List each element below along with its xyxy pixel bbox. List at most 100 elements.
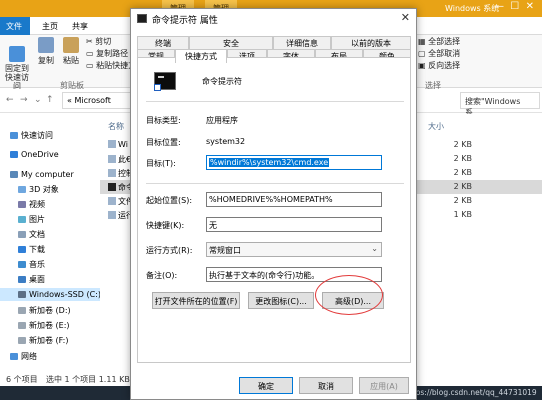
tree-item-desktop[interactable]: 桌面 — [18, 274, 45, 285]
paste-icon — [63, 37, 79, 53]
window-controls-icon[interactable]: — ☐ ✕ — [494, 1, 534, 12]
copy-button[interactable]: 复制 — [33, 37, 59, 66]
cut-button[interactable]: ✂ 剪切 — [86, 36, 111, 47]
start-in-value: %HOMEDRIVE%%HOMEPATH% — [209, 195, 333, 204]
tree-label: My computer — [21, 170, 74, 179]
recent-icon[interactable]: ⌄ — [34, 95, 42, 105]
tree-item-videos[interactable]: 视频 — [18, 199, 45, 210]
dialog-title: 命令提示符 属性 — [152, 16, 218, 26]
apply-button[interactable]: 应用(A) — [359, 377, 409, 394]
status-selected: 选中 1 个项目 1.11 KB — [46, 375, 130, 384]
tree-label: 网络 — [21, 352, 37, 361]
tab-details[interactable]: 详细信息 — [273, 36, 331, 49]
run-select[interactable]: 常规窗口 ⌄ — [206, 242, 382, 257]
tree-item-3d-objects[interactable]: 3D 对象 — [18, 184, 59, 195]
tab-security[interactable]: 安全 — [189, 36, 273, 49]
drive-icon — [18, 337, 26, 344]
tree-item-music[interactable]: 音乐 — [18, 259, 45, 270]
start-in-field[interactable]: %HOMEDRIVE%%HOMEPATH% — [206, 192, 382, 207]
cut-label: 剪切 — [95, 37, 112, 46]
chevron-down-icon: ⌄ — [371, 244, 378, 253]
column-name[interactable]: 名称 — [108, 121, 124, 132]
tree-label: 快速访问 — [21, 131, 53, 140]
tree-label: OneDrive — [21, 150, 59, 159]
target-field[interactable]: %windir%\system32\cmd.exe — [206, 155, 382, 170]
shortcut-icon — [108, 197, 116, 205]
tree-item-downloads[interactable]: 下载 — [18, 244, 45, 255]
tree-label: 新加卷 (E:) — [29, 321, 70, 330]
shortcut-icon — [108, 169, 116, 177]
tab-file[interactable]: 文件 — [0, 17, 30, 35]
tab-share[interactable]: 共享 — [66, 17, 94, 35]
tab-home[interactable]: 主页 — [36, 17, 64, 35]
file-size: 2 KB — [453, 168, 472, 177]
tree-item-pictures[interactable]: 图片 — [18, 214, 45, 225]
hotkey-field[interactable]: 无 — [206, 217, 382, 232]
tree-label: 视频 — [29, 200, 45, 209]
open-file-location-button[interactable]: 打开文件所在的位置(F) — [152, 292, 240, 309]
target-type-value: 应用程序 — [206, 116, 238, 125]
tree-item-my-computer[interactable]: My computer — [10, 170, 74, 179]
shortcut-icon — [108, 211, 116, 219]
divider — [146, 101, 404, 102]
tree-item-onedrive[interactable]: OneDrive — [10, 150, 59, 159]
forward-icon[interactable]: → — [20, 95, 28, 105]
close-icon[interactable]: ✕ — [401, 11, 410, 24]
tree-label: 图片 — [29, 215, 45, 224]
copy-label: 复制 — [38, 56, 54, 65]
file-size: 1 KB — [453, 210, 472, 219]
select-all-button[interactable]: ▦ 全部选择 — [418, 36, 460, 47]
tree-label: 3D 对象 — [29, 185, 59, 194]
star-icon — [10, 132, 18, 139]
target-location-label: 目标位置: — [146, 138, 181, 147]
paste-shortcut-button[interactable]: ▭ 粘贴快捷方 — [86, 60, 136, 71]
desktop-icon — [18, 276, 26, 283]
invert-selection-button[interactable]: ▣ 反向选择 — [418, 60, 460, 71]
ok-button[interactable]: 确定 — [239, 377, 293, 394]
tree-label: 下载 — [29, 245, 45, 254]
comment-value: 执行基于文本的(命令行)功能。 — [209, 271, 320, 280]
select-none-label: 全部取消 — [428, 49, 461, 58]
tree-item-network[interactable]: 网络 — [10, 351, 37, 362]
tree-label: 新加卷 (D:) — [29, 306, 71, 315]
shortcut-panel: 命令提示符 目标类型: 应用程序 目标位置: system32 目标(T): %… — [137, 57, 411, 363]
tab-shortcut[interactable]: 快捷方式 — [175, 49, 227, 63]
document-icon — [18, 231, 26, 238]
tree-item-quick-access[interactable]: 快速访问 — [10, 130, 53, 141]
copy-path-button[interactable]: ▭ 复制路径 — [86, 48, 128, 59]
tree-label: 桌面 — [29, 275, 45, 284]
tab-previous-versions[interactable]: 以前的版本 — [331, 36, 411, 49]
red-highlight-circle — [315, 275, 383, 315]
tree-item-f-drive[interactable]: 新加卷 (F:) — [18, 335, 68, 346]
address-path[interactable]: « Microsoft — [62, 92, 132, 109]
column-size[interactable]: 大小 — [428, 121, 444, 132]
search-input[interactable]: 搜索"Windows 系... — [460, 92, 540, 117]
tree-item-c-drive[interactable]: Windows-SSD (C:) — [0, 288, 101, 301]
run-label: 运行方式(R): — [146, 246, 193, 255]
tree-label: Windows-SSD (C:) — [29, 290, 101, 299]
pin-icon — [9, 46, 25, 62]
tab-terminal[interactable]: 终端 — [137, 36, 189, 49]
change-icon-button[interactable]: 更改图标(C)... — [248, 292, 314, 309]
back-icon[interactable]: ← — [6, 95, 14, 105]
cmd-icon — [137, 14, 147, 23]
target-type-label: 目标类型: — [146, 116, 181, 125]
shortcut-icon — [108, 140, 116, 148]
tree-label: 文档 — [29, 230, 45, 239]
drive-icon — [18, 291, 26, 298]
video-icon — [18, 201, 26, 208]
tree-item-e-drive[interactable]: 新加卷 (E:) — [18, 320, 70, 331]
tree-item-documents[interactable]: 文档 — [18, 229, 45, 240]
dialog-footer: 确定 取消 应用(A) — [131, 369, 416, 399]
cloud-icon — [10, 151, 18, 158]
cancel-button[interactable]: 取消 — [299, 377, 353, 394]
paste-button[interactable]: 粘贴 — [58, 37, 84, 66]
up-icon[interactable]: ↑ — [46, 95, 54, 105]
tree-item-d-drive[interactable]: 新加卷 (D:) — [18, 305, 71, 316]
properties-dialog: 命令提示符 属性 ✕ 终端 安全 详细信息 以前的版本 常规 快捷方式 选项 字… — [130, 8, 417, 400]
pin-quick-access-button[interactable]: 固定到 快速访问 — [2, 37, 32, 91]
computer-icon — [10, 171, 18, 178]
select-none-button[interactable]: ▢ 全部取消 — [418, 48, 460, 59]
file-size: 2 KB — [453, 140, 472, 149]
drive-icon — [18, 322, 26, 329]
